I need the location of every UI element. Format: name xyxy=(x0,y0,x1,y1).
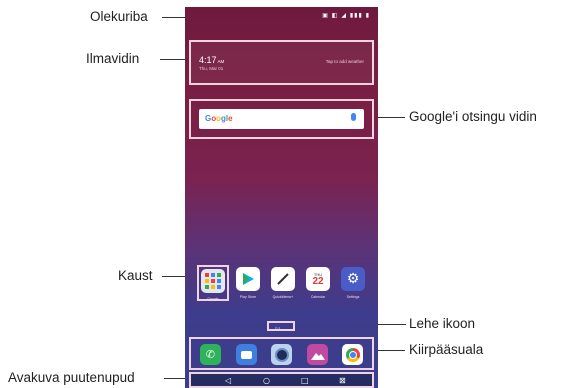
page-indicator[interactable]: ⌂ • xyxy=(267,321,295,331)
mountain-icon xyxy=(310,352,325,360)
home-page-icon: ⌂ • xyxy=(275,325,280,330)
folder-grid-icon xyxy=(205,273,221,289)
callout-weather-widget: Ilmavidin xyxy=(86,51,140,66)
back-button[interactable]: ◁ xyxy=(225,376,231,385)
home-touch-buttons: ◁ ○ □ ⊠ xyxy=(189,372,374,388)
phone-icon[interactable]: ✆ xyxy=(200,344,221,365)
callout-folder: Kaust xyxy=(118,268,153,283)
status-icons: ▣ ◧ ◢ ▮▮▮ ▮ xyxy=(322,12,370,19)
callout-home-touch-buttons: Avakuva puutenupud xyxy=(8,370,135,385)
weather-widget[interactable]: 4:17 AM Thu, Mar 01 Tap to add weather xyxy=(189,40,374,85)
calendar-day-number: 22 xyxy=(312,275,324,287)
callout-quick-access: Kiirpääsuala xyxy=(409,342,484,357)
mic-icon[interactable] xyxy=(351,113,356,121)
camera-icon[interactable] xyxy=(271,344,292,365)
google-logo: Google xyxy=(205,114,233,123)
lens-icon xyxy=(274,347,289,362)
handset-icon: ✆ xyxy=(205,348,216,361)
chrome-logo-icon xyxy=(345,347,360,362)
quickmemo-icon[interactable] xyxy=(271,267,295,291)
callout-status-bar: Olekuriba xyxy=(90,9,148,24)
message-bubble-icon xyxy=(241,350,252,359)
weather-time: 4:17 AM xyxy=(199,55,225,65)
app-label: Google xyxy=(207,297,219,301)
app-label: Calendar xyxy=(310,295,326,299)
app-label: Settings xyxy=(346,295,360,299)
chrome-icon[interactable] xyxy=(342,344,363,365)
dual-window-button[interactable]: ⊠ xyxy=(339,376,346,385)
messaging-icon[interactable] xyxy=(236,344,257,365)
gear-icon: ⚙ xyxy=(346,271,360,287)
gallery-icon[interactable] xyxy=(307,344,328,365)
weather-tap-text[interactable]: Tap to add weather xyxy=(326,59,364,64)
callout-google-search-widget: Google'i otsingu vidin xyxy=(409,109,537,124)
calendar-icon[interactable]: THU 22 xyxy=(306,267,330,291)
settings-icon[interactable]: ⚙ xyxy=(341,267,365,291)
play-triangle-icon xyxy=(243,273,254,285)
pen-icon xyxy=(277,273,289,285)
folder-icon[interactable] xyxy=(201,269,225,293)
play-store-icon[interactable] xyxy=(236,267,260,291)
status-bar: ▣ ◧ ◢ ▮▮▮ ▮ xyxy=(185,7,378,25)
google-search-bar[interactable]: Google xyxy=(199,109,364,129)
callout-page-icon: Lehe ikoon xyxy=(409,316,476,331)
home-button[interactable]: ○ xyxy=(263,376,270,385)
weather-date: Thu, Mar 01 xyxy=(199,66,224,71)
app-label: Play Store xyxy=(239,295,257,299)
app-label: QuickMemo+ xyxy=(272,295,294,299)
recents-button[interactable]: □ xyxy=(301,376,309,385)
phone-home-screen: ▣ ◧ ◢ ▮▮▮ ▮ 4:17 AM Thu, Mar 01 Tap to a… xyxy=(185,7,378,388)
